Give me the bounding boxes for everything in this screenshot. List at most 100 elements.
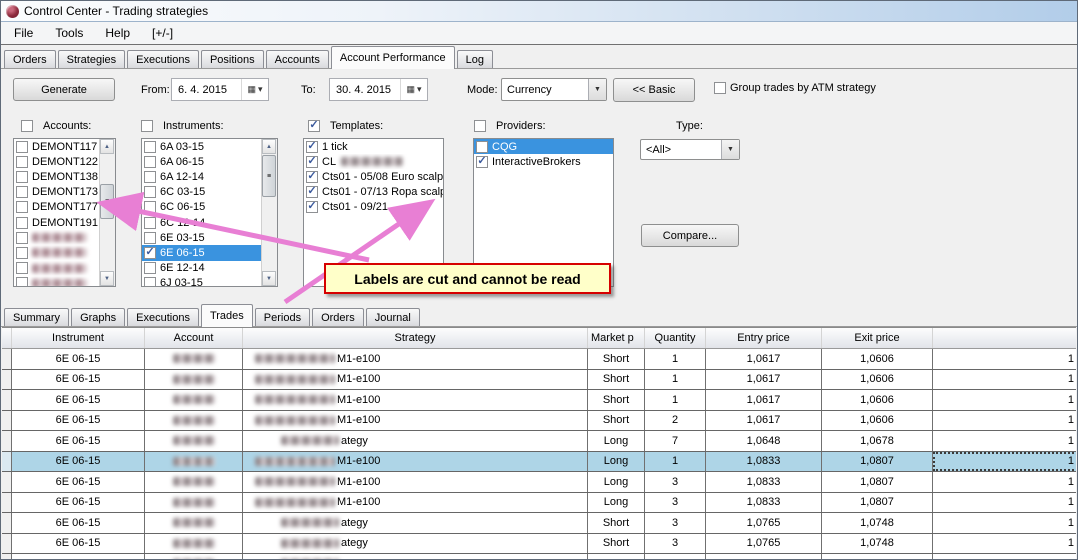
tab-strategies[interactable]: Strategies <box>57 50 126 69</box>
generate-button[interactable]: Generate <box>13 78 115 101</box>
checkbox[interactable] <box>21 120 33 132</box>
list-item[interactable]: 6E 12-14 <box>142 261 262 276</box>
checkbox[interactable] <box>141 120 153 132</box>
checkbox[interactable]: ✓ <box>144 246 156 259</box>
tab-executions[interactable]: Executions <box>127 50 199 69</box>
list-item[interactable]: ✓ Cts01 - 09/21 <box>304 200 443 215</box>
list-item[interactable] <box>14 276 100 286</box>
scrollbar-thumb[interactable]: ≡ <box>100 184 114 219</box>
table-row[interactable]: 6E 06-15 M1-e100 Short 1 1,0617 1,0606 1 <box>2 369 1076 390</box>
table-row[interactable]: 6E 06-15ategyShort11,07651,07481 <box>2 554 1076 559</box>
list-item[interactable] <box>14 230 100 245</box>
checkbox[interactable] <box>16 140 28 153</box>
list-item[interactable]: 6C 12-14 <box>142 215 262 230</box>
list-item[interactable]: ✓ 6E 06-15 <box>142 245 262 261</box>
checkbox[interactable]: ✓ <box>306 170 318 183</box>
checkbox[interactable]: ✓ <box>306 186 318 199</box>
table-row[interactable]: 6E 06-15 M1-e100 Short 2 1,0617 1,0606 1 <box>2 410 1076 431</box>
tab-summary[interactable]: Summary <box>4 308 70 327</box>
checkbox[interactable] <box>144 262 156 275</box>
accounts-filter-header[interactable]: Accounts: <box>21 120 91 132</box>
scroll-down-icon[interactable]: ▼ <box>100 271 114 286</box>
list-item[interactable]: ✓ Cts01 - 07/13 Ropa scalp <box>304 185 443 200</box>
checkbox[interactable] <box>144 170 156 183</box>
checkbox[interactable]: ✓ <box>306 155 318 168</box>
checkbox[interactable]: ✓ <box>306 201 318 214</box>
table-row[interactable]: 6E 06-15 M1-e100 Long 3 1,0833 1,0807 1 <box>2 472 1076 493</box>
chevron-down-icon[interactable]: ▼ <box>588 79 606 100</box>
checkbox[interactable] <box>144 155 156 168</box>
to-date-picker[interactable]: 30. 4. 2015 ▦ ▾ <box>329 78 428 101</box>
list-item[interactable]: CQG <box>474 139 613 155</box>
checkbox[interactable] <box>16 170 28 183</box>
checkbox[interactable] <box>16 231 28 244</box>
compare-button[interactable]: Compare... <box>641 224 739 247</box>
checkbox[interactable] <box>16 201 28 214</box>
list-item[interactable]: ✓ 1 tick <box>304 139 443 154</box>
column-header-blank[interactable] <box>933 328 1076 348</box>
checkbox[interactable]: ✓ <box>308 120 320 132</box>
tab-executions[interactable]: Executions <box>127 308 199 327</box>
tab-trades[interactable]: Trades <box>200 304 253 327</box>
list-item[interactable] <box>14 261 100 276</box>
menu-item-file[interactable]: File <box>3 22 44 44</box>
checkbox[interactable] <box>16 186 28 199</box>
checkbox[interactable]: ✓ <box>476 155 488 168</box>
group-trades-checkbox-row[interactable]: Group trades by ATM strategy <box>714 82 876 94</box>
tab-log[interactable]: Log <box>456 50 493 69</box>
column-header-exit-price[interactable]: Exit price <box>822 328 933 348</box>
templates-filter-header[interactable]: ✓ Templates: <box>308 120 383 132</box>
tab-accounts[interactable]: Accounts <box>265 50 329 69</box>
checkbox[interactable] <box>144 186 156 199</box>
list-item[interactable]: DEMONT177 <box>14 200 100 215</box>
chevron-down-icon[interactable]: ▼ <box>721 140 739 159</box>
list-item[interactable]: DEMONT173 <box>14 185 100 200</box>
table-row[interactable]: 6E 06-15 ategy Short 3 1,0765 1,0748 1 <box>2 513 1076 534</box>
basic-button[interactable]: << Basic <box>613 78 695 102</box>
table-row[interactable]: 6E 06-15 M1-e100 Short 1 1,0617 1,0606 1 <box>2 390 1076 411</box>
checkbox[interactable] <box>144 277 156 286</box>
list-item[interactable]: 6C 06-15 <box>142 200 262 215</box>
list-item[interactable]: ✓ CL <box>304 154 443 169</box>
checkbox[interactable] <box>16 216 28 229</box>
column-header-blank[interactable] <box>2 328 12 348</box>
checkbox[interactable] <box>144 231 156 244</box>
scroll-up-icon[interactable]: ▲ <box>100 139 114 154</box>
accounts-list[interactable]: ▲ ≡ ▼ DEMONT117 DEMONT122 DEMONT138 DEMONT1… <box>13 138 116 287</box>
list-item[interactable]: 6C 03-15 <box>142 185 262 200</box>
list-item[interactable] <box>14 245 100 260</box>
tab-graphs[interactable]: Graphs <box>71 308 126 327</box>
list-item[interactable]: DEMONT138 <box>14 169 100 184</box>
tab-periods[interactable]: Periods <box>254 308 311 327</box>
list-item[interactable]: 6A 06-15 <box>142 154 262 169</box>
scroll-up-icon[interactable]: ▲ <box>262 139 276 154</box>
checkbox[interactable] <box>16 155 28 168</box>
checkbox[interactable] <box>474 120 486 132</box>
type-dropdown[interactable]: <All> ▼ <box>640 139 740 160</box>
checkbox[interactable] <box>144 201 156 214</box>
list-item[interactable]: ✓ InteractiveBrokers <box>474 154 613 169</box>
menu-item-help[interactable]: Help <box>94 22 141 44</box>
tab-orders[interactable]: Orders <box>312 308 364 327</box>
tab-positions[interactable]: Positions <box>200 50 264 69</box>
tab-journal[interactable]: Journal <box>365 308 420 327</box>
list-item[interactable]: DEMONT191 <box>14 215 100 230</box>
column-header-quantity[interactable]: Quantity <box>645 328 706 348</box>
table-row[interactable]: 6E 06-15 M1-e100 Long 1 1,0833 1,0807 1 <box>2 451 1076 472</box>
instruments-scrollbar[interactable]: ▲ ≡ ▼ <box>261 139 277 286</box>
checkbox[interactable] <box>16 262 28 275</box>
checkbox[interactable]: ✓ <box>306 140 318 153</box>
table-row[interactable]: 6E 06-15 M1-e100 Short 1 1,0617 1,0606 1 <box>2 349 1076 370</box>
mode-dropdown[interactable]: Currency ▼ <box>501 78 607 101</box>
from-date-picker[interactable]: 6. 4. 2015 ▦ ▾ <box>171 78 269 101</box>
tab-orders[interactable]: Orders <box>4 50 56 69</box>
scroll-down-icon[interactable]: ▼ <box>262 271 276 286</box>
checkbox[interactable] <box>144 216 156 229</box>
list-item[interactable]: 6J 03-15 <box>142 276 262 286</box>
menu-item-tools[interactable]: Tools <box>44 22 94 44</box>
list-item[interactable]: DEMONT117 <box>14 139 100 154</box>
table-row[interactable]: 6E 06-15 ategy Short 3 1,0765 1,0748 1 <box>2 533 1076 554</box>
checkbox[interactable] <box>476 140 488 153</box>
list-item[interactable]: 6A 12-14 <box>142 169 262 184</box>
scrollbar-thumb[interactable]: ≡ <box>262 155 276 197</box>
